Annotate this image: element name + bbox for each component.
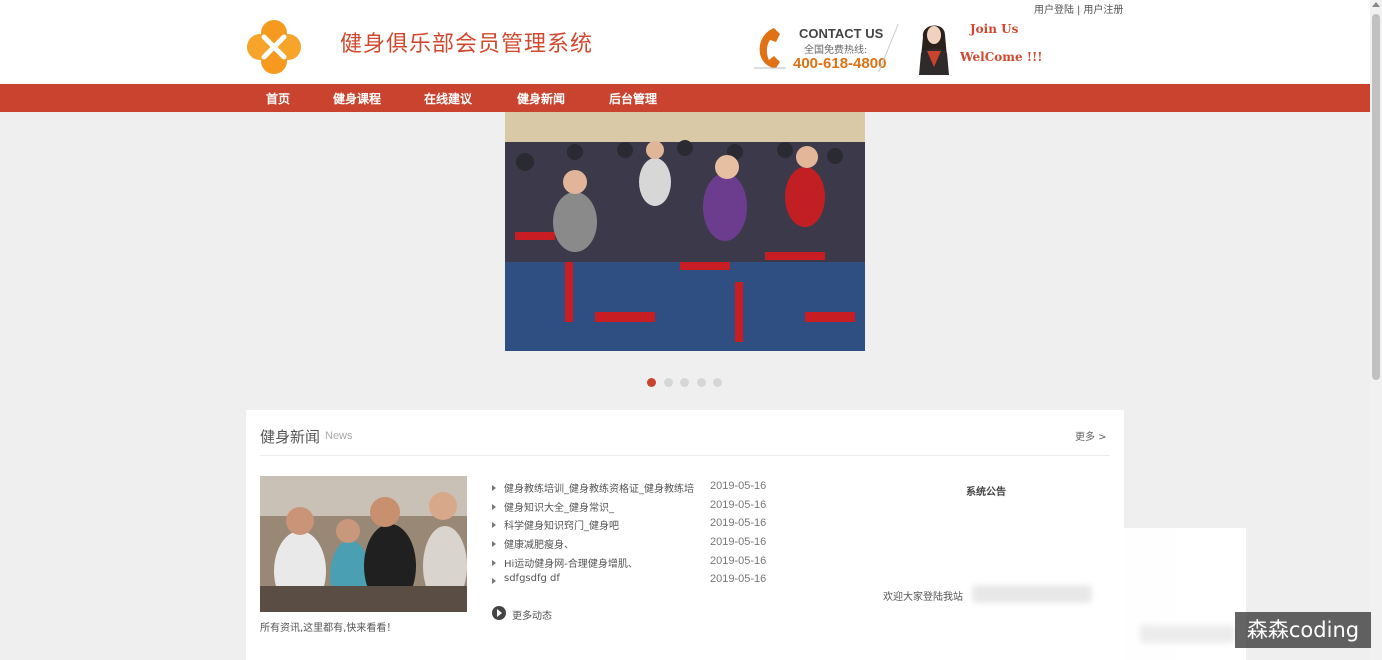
- notice-title: 系统公告: [966, 487, 1006, 498]
- gym-people-photo: [260, 476, 467, 612]
- carousel-dot-2[interactable]: [664, 378, 673, 387]
- news-section-subtitle: News: [325, 430, 353, 442]
- more-news-label: 更多动态: [512, 611, 552, 622]
- nav-item-courses[interactable]: 健身课程: [333, 90, 381, 107]
- news-item-link[interactable]: sdfgsdfg df: [504, 573, 700, 584]
- login-link[interactable]: 用户登陆: [1034, 5, 1074, 16]
- notice-text: 欢迎大家登陆我站: [883, 592, 963, 603]
- news-item: Hi运动健身网-合理健身增肌、 2019-05-16: [492, 555, 792, 573]
- phone-icon: [754, 28, 786, 69]
- contact-label: CONTACT US: [799, 26, 884, 41]
- bullet-icon: [492, 560, 496, 566]
- bullet-icon: [492, 522, 496, 528]
- site-header: 用户登陆 | 用户注册 健身俱乐部会员管理系统 CONTACT US 全国免费热线:…: [0, 0, 1370, 84]
- nav-item-home[interactable]: 首页: [266, 90, 290, 107]
- join-us-text: Join Us: [970, 22, 1019, 36]
- nav-item-news[interactable]: 健身新闻: [517, 90, 565, 107]
- news-item: 健身知识大全_健身常识_ 2019-05-16: [492, 499, 792, 517]
- news-item-date: 2019-05-16: [710, 499, 767, 511]
- news-item-link[interactable]: Hi运动健身网-合理健身增肌、: [504, 555, 700, 570]
- carousel-dot-3[interactable]: [680, 378, 689, 387]
- play-circle-icon: [492, 606, 506, 620]
- blurred-element: [1140, 625, 1235, 643]
- bullet-icon: [492, 485, 496, 491]
- news-item: sdfgsdfg df 2019-05-16: [492, 573, 792, 591]
- news-section-title: 健身新闻: [260, 428, 321, 446]
- news-item-date: 2019-05-16: [710, 555, 767, 567]
- banner-image[interactable]: [505, 112, 865, 351]
- bullet-icon: [492, 504, 496, 510]
- news-item: 科学健身知识窍门_健身吧 2019-05-16: [492, 517, 792, 535]
- carousel-dot-4[interactable]: [697, 378, 706, 387]
- welcome-text: WelCome !!!: [960, 50, 1043, 64]
- news-more-link[interactable]: 更多 >: [1075, 428, 1107, 443]
- logo-icon[interactable]: [246, 19, 302, 75]
- news-photo[interactable]: [260, 476, 467, 612]
- news-item-date: 2019-05-16: [710, 480, 767, 492]
- hotline-label: 全国免费热线:: [804, 45, 868, 56]
- top-links-separator: |: [1077, 5, 1081, 16]
- carousel-dot-1[interactable]: [647, 378, 656, 387]
- news-item-date: 2019-05-16: [710, 573, 767, 585]
- avatar-icon: [919, 25, 949, 75]
- watermark: 森森coding: [1235, 612, 1371, 648]
- news-item-link[interactable]: 健康减肥瘦身、: [504, 536, 700, 551]
- news-item-link[interactable]: 科学健身知识窍门_健身吧: [504, 517, 700, 532]
- news-divider: [260, 455, 1110, 456]
- news-item: 健康减肥瘦身、 2019-05-16: [492, 536, 792, 554]
- top-links: 用户登陆 | 用户注册: [1034, 1, 1123, 16]
- blurred-element: [972, 585, 1092, 603]
- register-link[interactable]: 用户注册: [1083, 5, 1123, 16]
- news-item-link[interactable]: 健身知识大全_健身常识_: [504, 499, 700, 514]
- scroll-thumb[interactable]: [1372, 14, 1380, 380]
- news-item-link[interactable]: 健身教练培训_健身教练资格证_健身教练培: [504, 480, 700, 495]
- page-scrollbar[interactable]: [1370, 0, 1382, 660]
- news-caption: 所有资讯,这里都有,快来看看！: [260, 623, 397, 634]
- scroll-up-icon[interactable]: [1372, 2, 1380, 7]
- news-item: 健身教练培训_健身教练资格证_健身教练培 2019-05-16: [492, 480, 792, 498]
- spin-class-photo: [505, 112, 865, 351]
- bullet-icon: [492, 578, 496, 584]
- nav-item-admin[interactable]: 后台管理: [609, 90, 657, 107]
- carousel-dot-5[interactable]: [713, 378, 722, 387]
- news-item-date: 2019-05-16: [710, 517, 767, 529]
- bullet-icon: [492, 541, 496, 547]
- news-section: 健身新闻 News 更多 > 所有资讯,这里都有,快来看看！ 健身教练培训_健身…: [246, 410, 1246, 660]
- site-title: 健身俱乐部会员管理系统: [340, 32, 594, 57]
- news-item-date: 2019-05-16: [710, 536, 767, 548]
- main-nav: 首页 健身课程 在线建议 健身新闻 后台管理: [0, 84, 1370, 112]
- phone-number: 400-618-4800: [793, 55, 887, 72]
- nav-item-suggestions[interactable]: 在线建议: [424, 90, 472, 107]
